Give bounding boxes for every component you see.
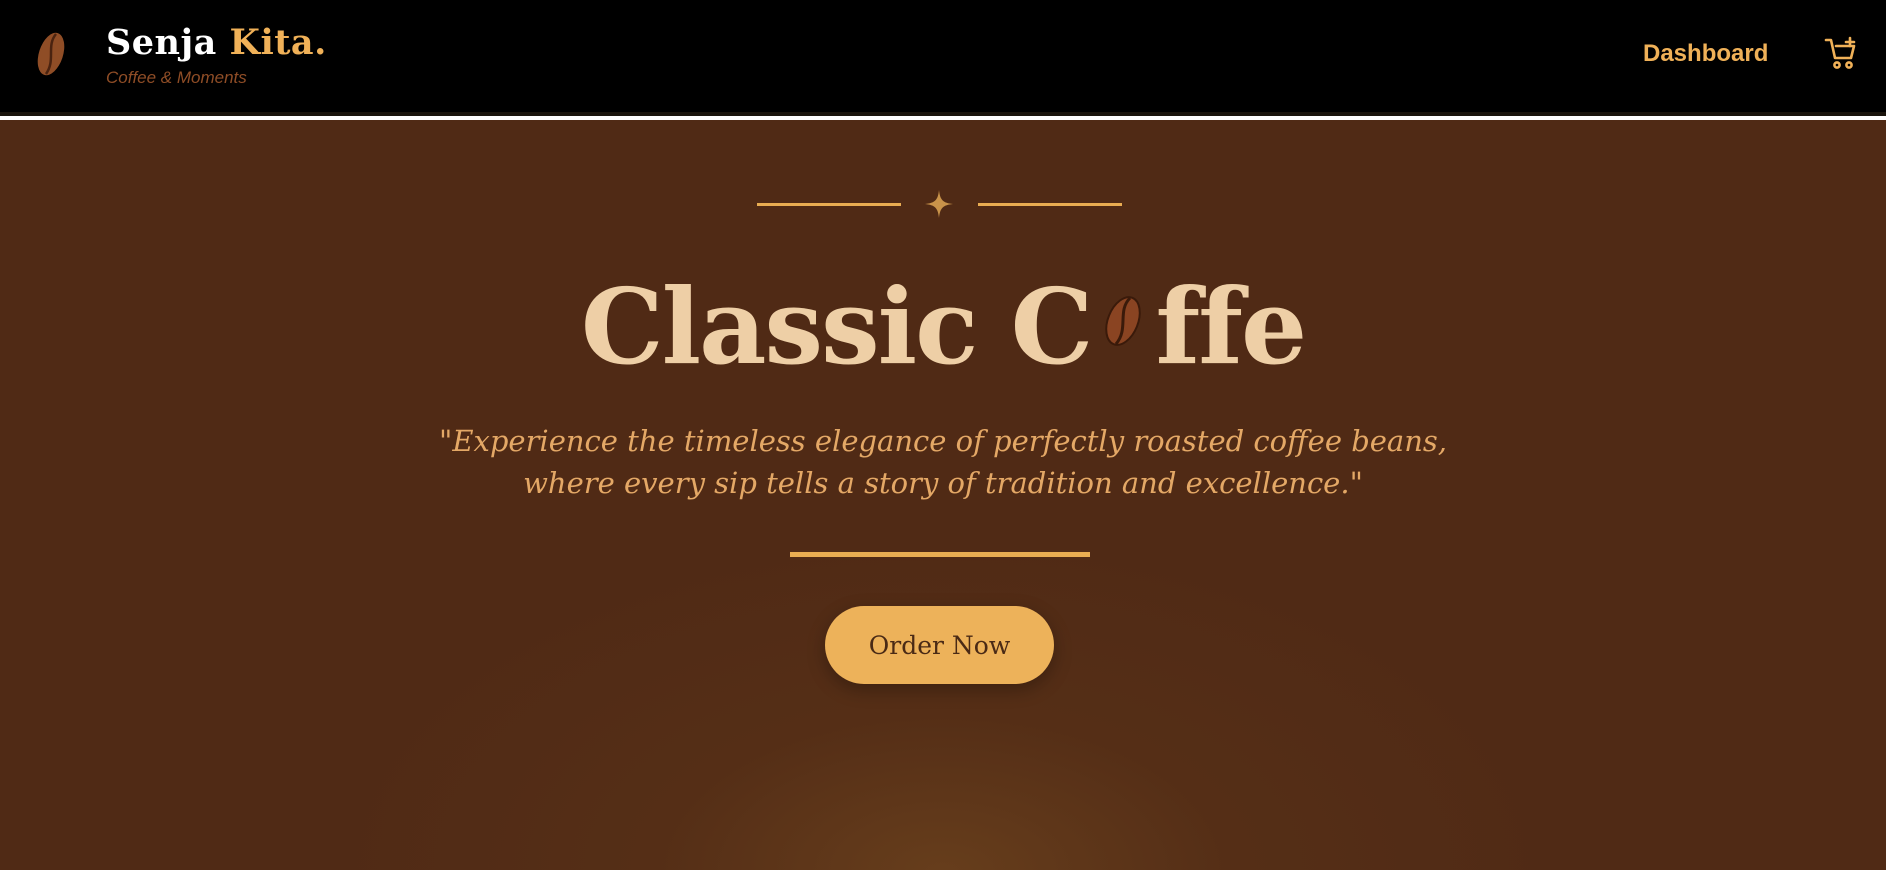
coffee-bean-icon bbox=[1105, 296, 1142, 346]
brand-name[interactable]: Senja Kita. bbox=[106, 22, 327, 63]
ornament-line-right bbox=[978, 203, 1122, 206]
hero-title-part1: Classic C bbox=[580, 265, 1094, 388]
brand-name-accent: Kita. bbox=[229, 22, 327, 63]
four-point-star-icon bbox=[925, 190, 953, 218]
nav-link-dashboard[interactable]: Dashboard bbox=[1643, 40, 1768, 68]
hero-title-part2: ffe bbox=[1155, 265, 1307, 388]
hero-quote: "Experience the timeless elegance of per… bbox=[438, 424, 1447, 500]
navbar: Senja Kita. Coffee & Moments Dashboard bbox=[0, 0, 1886, 116]
hero-divider bbox=[790, 552, 1090, 557]
coffee-bean-icon[interactable] bbox=[34, 30, 68, 78]
cart-plus-icon[interactable] bbox=[1824, 36, 1860, 72]
brand-name-primary: Senja bbox=[106, 22, 217, 63]
brand-tagline: Coffee & Moments bbox=[106, 68, 247, 87]
order-now-button[interactable]: Order Now bbox=[825, 606, 1054, 684]
ornament-line-left bbox=[757, 203, 901, 206]
hero-title: Classic C ffe bbox=[0, 262, 1886, 392]
